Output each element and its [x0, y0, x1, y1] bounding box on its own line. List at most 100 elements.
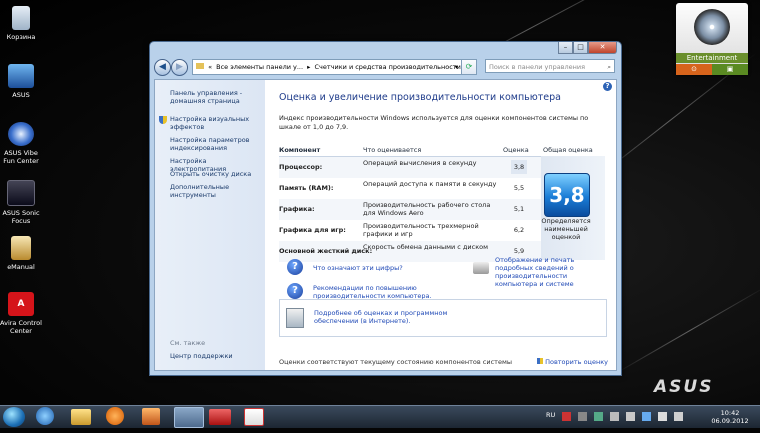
clock[interactable]: 10:42 06.09.2012: [710, 409, 750, 425]
asus-logo: ASUS: [654, 377, 714, 397]
desktop-icon-sonic-focus[interactable]: ASUS Sonic Focus: [0, 180, 44, 225]
breadcrumb-performance[interactable]: Счетчики и средства производительности: [315, 63, 461, 71]
shield-icon: [159, 116, 167, 124]
address-dropdown-icon[interactable]: ▾: [455, 60, 458, 74]
content-area: Панель управления - домашняя страница На…: [154, 79, 617, 371]
help-icon[interactable]: ?: [603, 82, 612, 91]
row-what: Производительность трехмерной графики и …: [363, 222, 479, 238]
sidebar-indexing-link[interactable]: Настройка параметров индексирования: [170, 136, 262, 152]
search-input[interactable]: Поиск в панели управления ⌕: [485, 59, 615, 73]
taskbar: RU 10:42 06.09.2012: [0, 405, 760, 428]
control-panel-taskbar-button[interactable]: [174, 407, 204, 428]
app-icon[interactable]: [142, 408, 160, 425]
desktop-icon-label: ASUS Sonic Focus: [2, 209, 40, 225]
question-icon: ?: [287, 283, 303, 299]
header-component: Компонент: [279, 146, 321, 154]
maximize-button[interactable]: □: [573, 42, 588, 54]
what-numbers-link[interactable]: Что означают эти цифры?: [313, 264, 403, 272]
row-score: 3,8: [511, 160, 527, 174]
explorer-icon[interactable]: [71, 409, 91, 425]
entertainment-gadget[interactable]: Entertainment ⊙ ▣: [676, 3, 748, 75]
tray-icon[interactable]: [610, 412, 619, 421]
software-box-icon: [286, 308, 304, 328]
forward-button[interactable]: ▶: [171, 59, 188, 76]
sonic-focus-icon: [7, 180, 35, 206]
performance-tips-link[interactable]: Рекомендации по повышению производительн…: [313, 284, 463, 300]
sidebar-advanced-tools-link[interactable]: Дополнительные инструменты: [170, 183, 262, 199]
app-icon[interactable]: [244, 408, 264, 426]
media-disc-icon: [694, 9, 730, 45]
folder-icon: [196, 63, 204, 69]
close-button[interactable]: ✕: [588, 42, 617, 54]
row-score: 5,1: [513, 205, 525, 213]
desktop-icon-label: Корзина: [6, 33, 36, 41]
minimize-button[interactable]: –: [558, 42, 573, 54]
status-text: Оценки соответствуют текущему состоянию …: [279, 358, 512, 366]
row-what: Производительность рабочего стола для Wi…: [363, 201, 491, 217]
search-placeholder: Поиск в панели управления: [489, 63, 586, 71]
language-indicator[interactable]: RU: [546, 411, 555, 433]
online-info-box: Подробнее об оценках и программном обесп…: [279, 299, 607, 337]
vibe-icon: [8, 122, 34, 146]
gadget-power-button[interactable]: ⊙: [676, 64, 712, 75]
refresh-button[interactable]: ⟳: [461, 59, 477, 75]
question-icon: ?: [287, 259, 303, 275]
shield-icon: [537, 358, 543, 364]
ie-icon[interactable]: [36, 407, 54, 425]
app-icon[interactable]: [209, 409, 231, 425]
desktop-icon-asus[interactable]: ASUS: [0, 64, 44, 99]
sidebar-disk-cleanup-link[interactable]: Открыть очистку диска: [170, 170, 262, 178]
sidebar-visual-effects-link[interactable]: Настройка визуальных эффектов: [170, 115, 262, 131]
clock-time: 10:42: [720, 409, 740, 417]
row-component: Основной жесткий диск:: [279, 247, 373, 255]
row-component: Процессор:: [279, 163, 323, 171]
sidebar-action-center-link[interactable]: Центр поддержки: [170, 352, 262, 360]
breadcrumb-all-items[interactable]: Все элементы панели у...: [216, 63, 303, 71]
gadget-open-button[interactable]: ▣: [712, 64, 748, 75]
gadget-title: Entertainment: [676, 53, 748, 63]
sidebar-home-link[interactable]: Панель управления - домашняя страница: [170, 89, 262, 105]
avira-tray-icon[interactable]: [562, 412, 571, 421]
back-button[interactable]: ◀: [154, 59, 171, 76]
header-overall: Общая оценка: [543, 146, 593, 154]
address-overflow[interactable]: «: [208, 63, 212, 71]
desktop-icon-label: Avira Control Center: [0, 319, 42, 335]
navigation-bar: ◀ ▶ « Все элементы панели у... ▸ Счетчик…: [154, 58, 617, 76]
start-button[interactable]: [3, 407, 25, 427]
see-also-heading: См. также: [170, 339, 206, 347]
battery-icon[interactable]: [658, 412, 667, 421]
printer-icon: [473, 262, 489, 274]
desktop-icon-emanual[interactable]: eManual: [0, 236, 44, 271]
address-bar[interactable]: « Все элементы панели у... ▸ Счетчики и …: [192, 59, 462, 75]
desktop-icon-avira[interactable]: A Avira Control Center: [0, 292, 44, 335]
sidebar: Панель управления - домашняя страница На…: [155, 80, 265, 370]
desktop-icon-recycle-bin[interactable]: Корзина: [0, 6, 44, 41]
desktop: Корзина ASUS ASUS Vibe Fun Center ASUS S…: [0, 0, 760, 405]
recycle-bin-icon: [12, 6, 30, 30]
clock-date: 06.09.2012: [711, 417, 749, 425]
row-what: Скорость обмена данными с диском: [363, 243, 489, 251]
breadcrumb-separator[interactable]: ▸: [307, 63, 310, 71]
tray-icon[interactable]: [578, 412, 587, 421]
row-component: Память (RAM):: [279, 184, 334, 192]
search-icon: ⌕: [607, 63, 611, 71]
avira-icon: A: [8, 292, 34, 316]
online-info-link[interactable]: Подробнее об оценках и программном обесп…: [314, 309, 464, 325]
volume-icon[interactable]: [674, 412, 683, 421]
desktop-icon-vibe[interactable]: ASUS Vibe Fun Center: [0, 122, 44, 165]
emanual-icon: [11, 236, 31, 260]
rerun-assessment-button[interactable]: Повторить оценку: [537, 358, 608, 366]
tray-icon[interactable]: [594, 412, 603, 421]
print-details-link[interactable]: Отображение и печать подробных сведений …: [495, 256, 607, 288]
intro-text: Индекс производительности Windows исполь…: [279, 114, 589, 131]
media-player-icon[interactable]: [106, 407, 124, 425]
header-score: Оценка: [503, 146, 529, 154]
action-center-icon[interactable]: [626, 412, 635, 421]
desktop-icon-label: ASUS Vibe Fun Center: [3, 149, 39, 165]
row-score: 6,2: [513, 226, 525, 234]
desktop-icon-label: eManual: [7, 263, 35, 271]
network-icon[interactable]: [642, 412, 651, 421]
asus-folder-icon: [8, 64, 34, 88]
base-score-caption: Определяется наименьшей оценкой: [541, 217, 591, 241]
header-what: Что оценивается: [363, 146, 422, 154]
